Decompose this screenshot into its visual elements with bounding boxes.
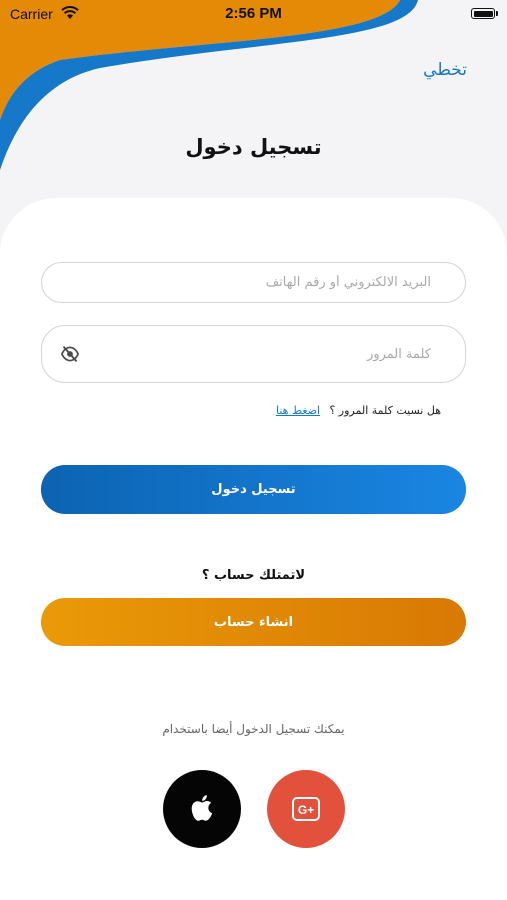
page-title: تسجيل دخول [185,135,322,159]
email-field-wrapper [41,262,466,303]
social-login-text: يمكنك تسجيل الدخول أيضا باستخدام [162,722,345,736]
battery-tip [496,11,498,16]
google-login-button[interactable]: G+ [267,770,345,848]
password-field-wrapper [41,325,466,383]
login-button[interactable]: تسجيل دخول [41,465,466,514]
status-bar: Carrier 2:56 PM [0,0,507,30]
header-wave [0,0,418,170]
login-card [0,198,507,900]
apple-icon [191,795,213,821]
eye-off-icon[interactable] [60,345,80,363]
battery-icon [471,8,495,19]
no-account-text: لاتمتلك حساب ؟ [201,568,306,583]
google-plus-icon: G+ [292,797,320,821]
clock: 2:56 PM [225,5,282,22]
register-button[interactable]: انشاء حساب [41,598,466,646]
forgot-password-link[interactable]: اضغط هنا [276,404,320,417]
forgot-password-text: هل نسيت كلمة المرور ؟ [329,404,441,417]
apple-login-button[interactable] [163,770,241,848]
skip-button[interactable]: تخطي [423,60,467,80]
email-field[interactable] [42,263,465,302]
password-field[interactable] [42,326,465,382]
svg-text:G+: G+ [298,803,314,817]
